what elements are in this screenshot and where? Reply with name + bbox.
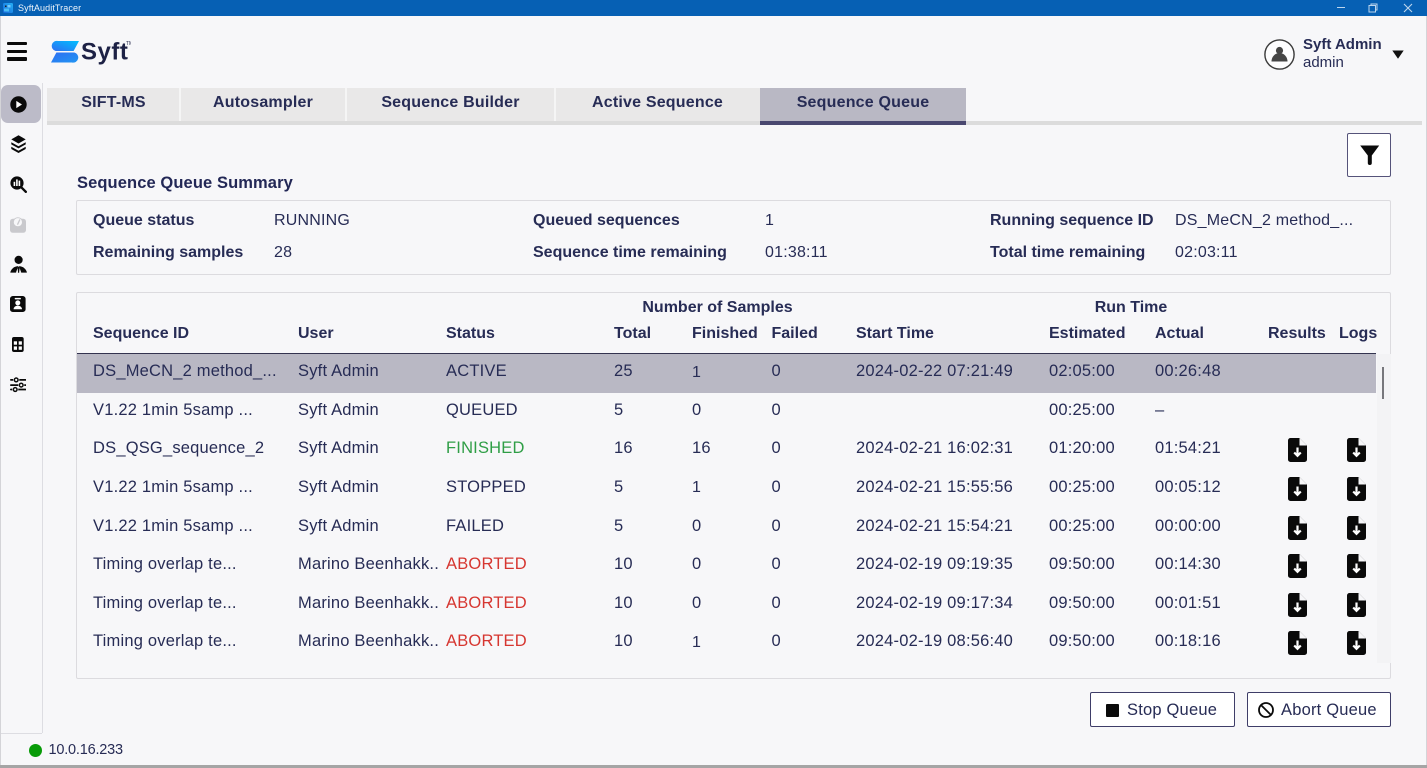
svg-text:TM: TM xyxy=(126,41,131,47)
svg-text:Syft: Syft xyxy=(81,40,128,66)
